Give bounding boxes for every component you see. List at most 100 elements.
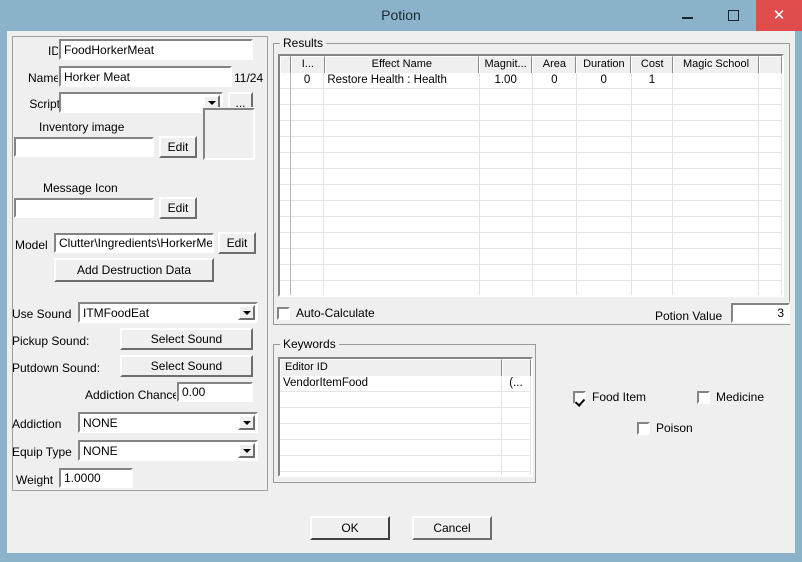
- keywords-column-header[interactable]: Editor ID: [280, 359, 502, 376]
- table-row[interactable]: [280, 265, 782, 281]
- table-row[interactable]: [280, 89, 782, 105]
- list-item[interactable]: [280, 424, 531, 440]
- table-row[interactable]: [280, 105, 782, 121]
- keywords-column-header[interactable]: [502, 359, 531, 376]
- results-grid[interactable]: I... Effect Name Magnit... Area Duration Cost…: [278, 54, 784, 297]
- add-destruction-data-button[interactable]: Add Destruction Data: [54, 258, 214, 282]
- weight-input[interactable]: 1.0000: [58, 467, 134, 489]
- results-column-header[interactable]: Magic School: [673, 56, 759, 73]
- list-item[interactable]: [280, 408, 531, 424]
- table-cell: [291, 265, 325, 281]
- addiction-combobox[interactable]: NONE: [78, 412, 258, 433]
- table-cell: [480, 121, 533, 137]
- list-item[interactable]: [280, 472, 531, 475]
- close-button[interactable]: ✕: [756, 0, 802, 31]
- table-row[interactable]: [280, 201, 782, 217]
- table-cell: [632, 153, 674, 169]
- inventory-image-input[interactable]: [13, 136, 155, 158]
- putdown-select-sound-button[interactable]: Select Sound: [120, 355, 253, 377]
- flag-poison-checkbox[interactable]: Poison: [637, 421, 693, 435]
- table-row[interactable]: [280, 137, 782, 153]
- table-cell: VendorItemFood: [280, 376, 502, 392]
- title-bar: Potion ✕: [0, 0, 802, 31]
- table-cell: [673, 105, 760, 121]
- model-edit-button[interactable]: Edit: [218, 232, 256, 254]
- table-cell: [577, 185, 632, 201]
- row-gutter: [280, 137, 291, 153]
- table-cell: [632, 249, 674, 265]
- table-row[interactable]: [280, 249, 782, 265]
- table-cell: [673, 201, 760, 217]
- table-row[interactable]: [280, 233, 782, 249]
- name-input[interactable]: Horker Meat: [58, 65, 233, 88]
- results-column-header[interactable]: [758, 56, 782, 73]
- list-item[interactable]: [280, 456, 531, 472]
- table-row[interactable]: [280, 121, 782, 137]
- results-column-header[interactable]: Magnit...: [478, 56, 533, 73]
- table-cell: [673, 265, 760, 281]
- table-row[interactable]: [280, 217, 782, 233]
- table-cell: [324, 217, 480, 233]
- table-row[interactable]: [280, 153, 782, 169]
- auto-calculate-checkbox[interactable]: Auto-Calculate: [277, 306, 375, 320]
- cancel-button[interactable]: Cancel: [412, 516, 492, 540]
- putdown-sound-label: Putdown Sound:: [12, 361, 101, 375]
- table-row[interactable]: [280, 185, 782, 201]
- table-cell: [480, 137, 533, 153]
- table-cell: [324, 185, 480, 201]
- list-item[interactable]: VendorItemFood (...: [280, 376, 531, 392]
- potion-value-input[interactable]: 3: [730, 302, 791, 324]
- use-sound-combobox[interactable]: ITMFoodEat: [78, 302, 258, 323]
- message-icon-input[interactable]: [13, 197, 155, 219]
- table-row[interactable]: [280, 281, 782, 295]
- table-cell: [324, 121, 480, 137]
- chevron-down-icon[interactable]: [238, 415, 255, 430]
- table-cell: [480, 185, 533, 201]
- table-cell: [632, 185, 674, 201]
- table-cell: [291, 217, 325, 233]
- table-row[interactable]: [280, 169, 782, 185]
- equip-type-combobox[interactable]: NONE: [78, 440, 258, 461]
- table-cell: [324, 249, 480, 265]
- results-column-header[interactable]: Cost: [631, 56, 674, 73]
- maximize-button[interactable]: [710, 0, 756, 31]
- list-item[interactable]: [280, 440, 531, 456]
- grid-gutter-header[interactable]: [280, 56, 292, 73]
- results-grid-body[interactable]: 0 Restore Health : Health 1.00 0 0 1: [280, 73, 782, 295]
- table-cell: [577, 137, 632, 153]
- table-cell: [480, 169, 533, 185]
- table-cell: [324, 281, 480, 295]
- results-column-header[interactable]: I...: [291, 56, 325, 73]
- table-cell: [577, 121, 632, 137]
- row-gutter: [280, 89, 291, 105]
- script-combobox[interactable]: [59, 92, 223, 113]
- flag-food-item-checkbox[interactable]: Food Item: [573, 390, 646, 404]
- message-icon-edit-button[interactable]: Edit: [159, 197, 197, 219]
- keywords-grid-header: Editor ID: [280, 359, 531, 376]
- table-cell: [324, 153, 480, 169]
- keywords-grid-body[interactable]: VendorItemFood (...: [280, 376, 531, 475]
- equip-type-label: Equip Type: [12, 445, 72, 459]
- ok-button[interactable]: OK: [310, 516, 390, 540]
- model-input[interactable]: Clutter\Ingredients\HorkerMeat.r: [53, 232, 215, 254]
- table-cell: (...: [502, 376, 531, 392]
- table-cell: [280, 392, 502, 408]
- results-column-header[interactable]: Duration: [576, 56, 632, 73]
- id-input[interactable]: FoodHorkerMeat: [58, 38, 254, 61]
- pickup-select-sound-button[interactable]: Select Sound: [120, 328, 253, 350]
- results-column-header[interactable]: Effect Name: [324, 56, 479, 73]
- flag-medicine-checkbox[interactable]: Medicine: [697, 390, 764, 404]
- results-column-header[interactable]: Area: [532, 56, 577, 73]
- inventory-image-edit-button[interactable]: Edit: [159, 136, 197, 158]
- table-row[interactable]: 0 Restore Health : Health 1.00 0 0 1: [280, 73, 782, 89]
- addiction-chance-input[interactable]: 0.00: [176, 381, 254, 403]
- list-item[interactable]: [280, 392, 531, 408]
- table-cell: [673, 73, 760, 89]
- row-gutter: [280, 153, 291, 169]
- table-cell: 0: [533, 73, 577, 89]
- message-icon-label: Message Icon: [43, 181, 118, 195]
- minimize-button[interactable]: [664, 0, 710, 31]
- chevron-down-icon[interactable]: [238, 443, 255, 458]
- chevron-down-icon[interactable]: [238, 305, 255, 320]
- keywords-grid[interactable]: Editor ID VendorItemFood (...: [278, 357, 533, 477]
